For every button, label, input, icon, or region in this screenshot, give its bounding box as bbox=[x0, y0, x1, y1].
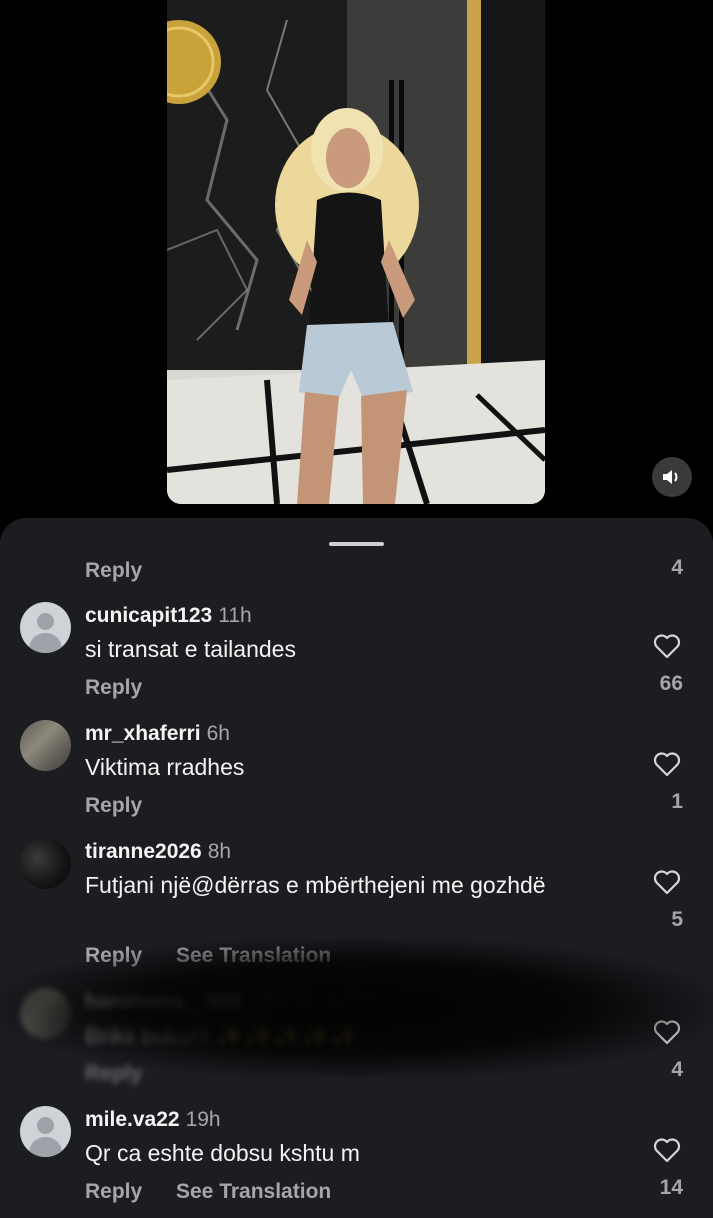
reply-button[interactable]: Reply bbox=[85, 1180, 142, 1204]
default-avatar-icon[interactable] bbox=[20, 602, 71, 653]
avatar[interactable] bbox=[20, 838, 71, 889]
video-player[interactable] bbox=[167, 0, 545, 504]
sound-toggle-button[interactable] bbox=[652, 457, 692, 497]
comment-time: 22h bbox=[247, 990, 283, 1013]
avatar[interactable] bbox=[20, 720, 71, 771]
reply-button[interactable]: Reply bbox=[85, 676, 142, 700]
like-count: 1 bbox=[671, 790, 683, 813]
comments-sheet: Reply 4 cunicapit123 11h si transat e tai… bbox=[0, 518, 713, 1218]
heart-outline-icon[interactable] bbox=[653, 1137, 681, 1163]
reply-button[interactable]: Reply bbox=[85, 944, 142, 968]
username-text[interactable]: mr_xhaferri bbox=[85, 722, 201, 745]
reply-button[interactable]: Reply bbox=[85, 559, 142, 583]
default-avatar-icon[interactable] bbox=[20, 1106, 71, 1157]
author-badge: by author bbox=[294, 990, 382, 1013]
like-count: 5 bbox=[671, 908, 683, 931]
comment-time: 6h bbox=[206, 722, 230, 745]
username-text[interactable]: tiranne2026 bbox=[85, 840, 202, 863]
speaker-icon bbox=[663, 470, 678, 484]
see-translation-button[interactable]: See Translation bbox=[176, 944, 331, 968]
heart-outline-icon[interactable] bbox=[653, 633, 681, 659]
comment-text: Futjani një@dërras e mbërthejeni me gozh… bbox=[85, 872, 546, 898]
reply-button[interactable]: Reply bbox=[85, 794, 142, 818]
comment-text: Brikii bukurii ✨✨✨✨✨ bbox=[85, 1022, 359, 1048]
see-translation-button[interactable]: See Translation bbox=[176, 1180, 331, 1204]
username-text[interactable]: cunicapit123 bbox=[85, 604, 212, 627]
comment-time: 19h bbox=[185, 1108, 221, 1131]
avatar[interactable] bbox=[20, 988, 71, 1039]
username-text[interactable]: hanahana__908 bbox=[85, 990, 241, 1013]
comment-username[interactable]: hanahana__908 22h by author bbox=[85, 990, 382, 1014]
comment-time: 11h bbox=[218, 604, 252, 627]
sheet-grabber[interactable] bbox=[329, 542, 384, 546]
comment-username[interactable]: mr_xhaferri 6h bbox=[85, 722, 230, 746]
comment-text: Viktima rradhes bbox=[85, 754, 245, 780]
heart-outline-icon[interactable] bbox=[653, 1019, 681, 1045]
video-frame bbox=[167, 0, 545, 504]
comment-username[interactable]: cunicapit123 11h bbox=[85, 604, 252, 628]
like-count: 66 bbox=[659, 672, 683, 695]
comment-time: 8h bbox=[207, 840, 232, 863]
comment-text: si transat e tailandes bbox=[85, 636, 296, 662]
like-count: 4 bbox=[671, 1058, 683, 1081]
comment-text: Qr ca eshte dobsu kshtu m bbox=[85, 1140, 360, 1166]
heart-outline-icon[interactable] bbox=[653, 751, 681, 777]
heart-outline-icon[interactable] bbox=[653, 869, 681, 895]
reply-button[interactable]: Reply bbox=[85, 1062, 142, 1086]
like-count: 14 bbox=[659, 1176, 683, 1199]
like-count: 4 bbox=[671, 556, 683, 579]
comment-username[interactable]: tiranne2026 8h bbox=[85, 840, 231, 864]
comment-username[interactable]: mile.va22 19h bbox=[85, 1108, 221, 1132]
username-text[interactable]: mile.va22 bbox=[85, 1108, 180, 1131]
